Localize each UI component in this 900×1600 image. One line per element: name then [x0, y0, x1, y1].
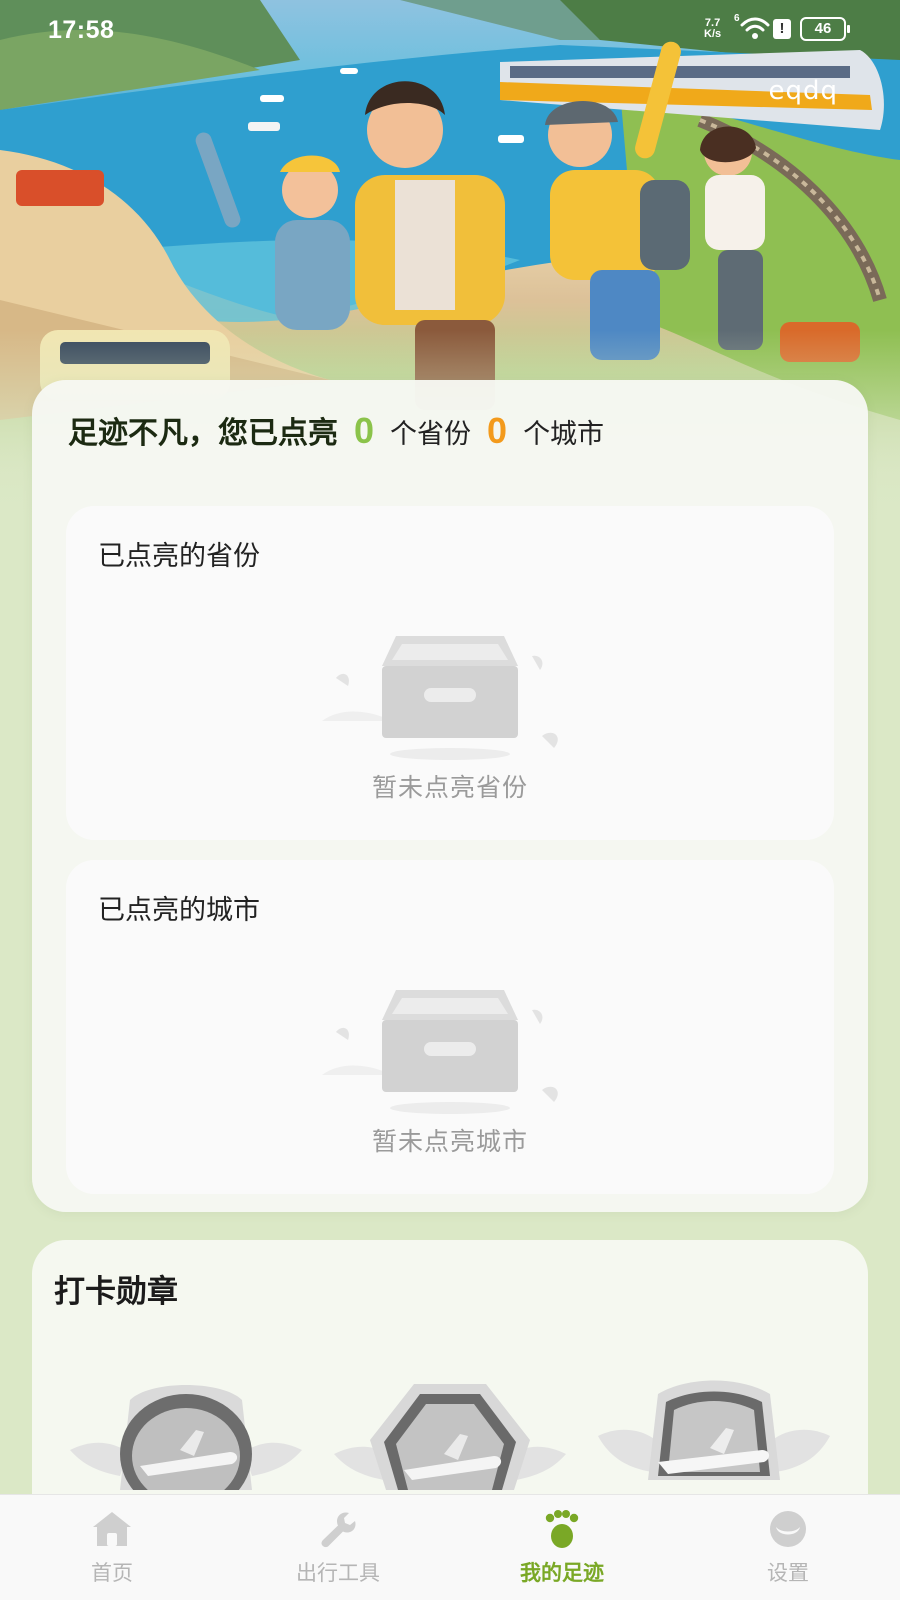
nav-item-travel-tools[interactable]: 出行工具 [258, 1509, 418, 1587]
nav-label-travel-tools: 出行工具 [296, 1561, 380, 1585]
nav-label-home: 首页 [91, 1561, 133, 1585]
plane-badge-icon[interactable] [70, 1380, 302, 1490]
badges-title: 打卡勋章 [54, 1274, 178, 1310]
network-speed-unit: K/s [704, 28, 722, 40]
city-unit: 个城市 [523, 419, 605, 450]
battery-icon: 46 [800, 17, 850, 41]
plane-badge-icon[interactable] [598, 1380, 830, 1490]
nav-label-settings: 设置 [767, 1561, 809, 1585]
province-count: 0 [354, 410, 375, 451]
nav-item-home[interactable]: 首页 [32, 1509, 192, 1587]
lit-provinces-title: 已点亮的省份 [98, 541, 260, 572]
footprint-summary: 足迹不凡，您已点亮 0 个省份 0 个城市 [68, 408, 604, 464]
empty-cities-text: 暂未点亮城市 [371, 1127, 528, 1156]
lit-provinces-section: 已点亮的省份 暂未点亮省份 [66, 506, 834, 840]
nav-item-my-footprints[interactable]: 我的足迹 [482, 1509, 642, 1587]
settings-icon [770, 1511, 806, 1547]
lit-cities-section: 已点亮的城市 暂未点亮城市 [66, 860, 834, 1194]
empty-box-icon [322, 636, 558, 760]
nav-item-settings[interactable]: 设置 [708, 1509, 868, 1587]
wifi-level: 6 [734, 13, 740, 24]
empty-box-icon [322, 990, 558, 1114]
user-name[interactable]: eqdq [768, 76, 838, 106]
footprint-card: 足迹不凡，您已点亮 0 个省份 0 个城市 已点亮的省份 暂未点亮省份 已点亮的… [32, 380, 868, 1212]
province-unit: 个省份 [390, 419, 472, 450]
summary-lead: 足迹不凡，您已点亮 [68, 416, 338, 451]
bottom-nav: 首页 出行工具 我的足迹 设置 [0, 1494, 900, 1600]
footprint-icon [545, 1510, 579, 1548]
nav-label-my-footprints: 我的足迹 [520, 1561, 604, 1585]
wifi-icon: 6 [734, 13, 770, 46]
plane-badge-icon[interactable] [334, 1380, 566, 1490]
wrench-icon [321, 1512, 356, 1548]
status-time: 17:58 [48, 16, 115, 44]
city-count: 0 [487, 410, 508, 451]
alert-icon: ! [773, 19, 791, 39]
battery-level: 46 [814, 20, 832, 37]
empty-provinces-text: 暂未点亮省份 [371, 773, 528, 802]
status-bar: 17:58 7.7 K/s 6 ! 46 [0, 0, 900, 60]
home-icon [93, 1512, 131, 1546]
lit-cities-title: 已点亮的城市 [98, 895, 260, 926]
network-speed: 7.7 K/s [704, 18, 721, 40]
